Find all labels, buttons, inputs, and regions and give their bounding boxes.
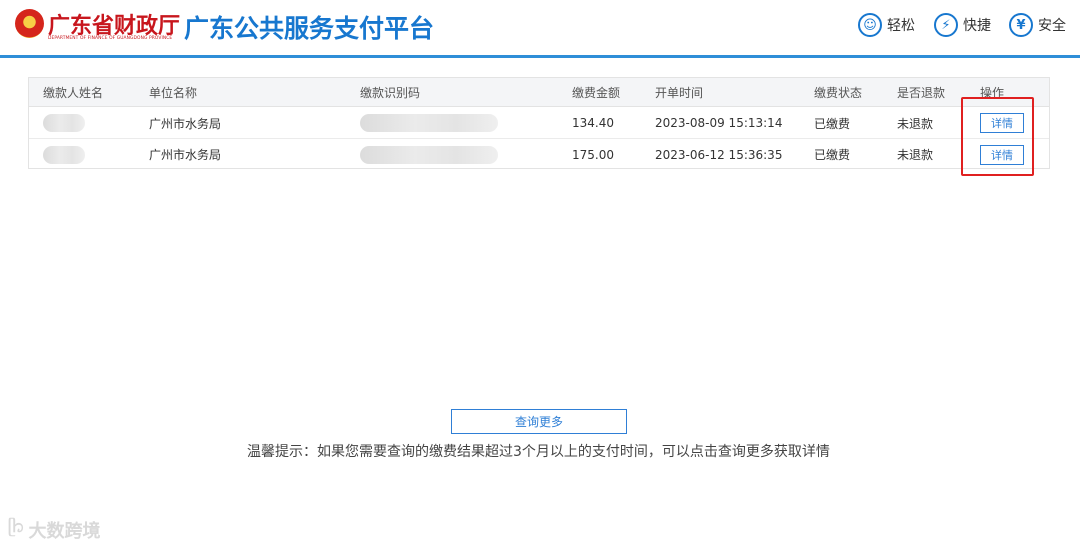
unit-name: 广州市水务局: [149, 148, 222, 162]
issue-time: 2023-08-09 15:13:14: [655, 116, 783, 130]
query-more-button[interactable]: 查询更多: [451, 409, 627, 434]
refund-status: 未退款: [897, 148, 934, 162]
payment-status: 已缴费: [814, 148, 851, 162]
amount: 134.40: [572, 116, 614, 130]
column-header-code: 缴款识别码: [360, 85, 421, 100]
payment-records-table: 缴款人姓名 单位名称 缴款识别码 缴费金额 开单时间 缴费状态 是否退款 操作 …: [28, 77, 1050, 169]
column-header-payer: 缴款人姓名: [43, 85, 104, 100]
column-header-time: 开单时间: [655, 85, 704, 100]
watermark-text: 大数跨境: [28, 520, 101, 542]
feature-safe: ¥ 安全: [1009, 12, 1066, 38]
table-row: 广州市水务局 175.00 2023-06-12 15:36:35 已缴费 未退…: [29, 139, 1049, 170]
amount: 175.00: [572, 147, 614, 162]
payment-code-redacted: [360, 139, 498, 170]
payment-code-redacted: [360, 108, 498, 138]
feature-label: 快捷: [963, 18, 991, 34]
table-row: 广州市水务局 134.40 2023-08-09 15:13:14 已缴费 未退…: [29, 108, 1049, 139]
tip-text: 温馨提示：如果您需要查询的缴费结果超过3个月以上的支付时间，可以点击查询更多获取…: [247, 444, 830, 460]
header: 广东省财政厅 DEPARTMENT OF FINANCE OF GUANGDON…: [0, 0, 1080, 56]
lightning-icon: ⚡: [934, 13, 958, 37]
national-emblem-icon: [15, 9, 44, 38]
feature-fast: ⚡ 快捷: [934, 12, 991, 38]
feature-label: 轻松: [887, 18, 915, 34]
logo-subtitle: DEPARTMENT OF FINANCE OF GUANGDONG PROVI…: [48, 36, 173, 41]
feature-label: 安全: [1038, 18, 1066, 34]
payment-status: 已缴费: [814, 116, 851, 131]
smile-icon: ☺: [858, 13, 882, 37]
header-divider: [0, 55, 1080, 58]
shield-yen-icon: ¥: [1009, 13, 1033, 37]
annotation-highlight-box: [961, 97, 1034, 176]
table-header: 缴款人姓名 单位名称 缴款识别码 缴费金额 开单时间 缴费状态 是否退款 操作: [29, 78, 1049, 107]
column-header-unit: 单位名称: [149, 85, 198, 100]
column-header-status: 缴费状态: [814, 85, 863, 100]
refund-status: 未退款: [897, 116, 934, 131]
issue-time: 2023-06-12 15:36:35: [655, 147, 783, 162]
column-header-amount: 缴费金额: [572, 85, 621, 100]
payer-name-redacted: [43, 108, 85, 138]
feature-easy: ☺ 轻松: [858, 12, 915, 38]
chat-bubble-icon: ᥫ᭡: [8, 517, 25, 536]
watermark: ᥫ᭡ 大数跨境: [8, 515, 100, 544]
unit-name: 广州市水务局: [149, 116, 222, 131]
payer-name-redacted: [43, 139, 85, 170]
column-header-refund: 是否退款: [897, 85, 946, 100]
site-title: 广东公共服务支付平台: [184, 14, 435, 43]
